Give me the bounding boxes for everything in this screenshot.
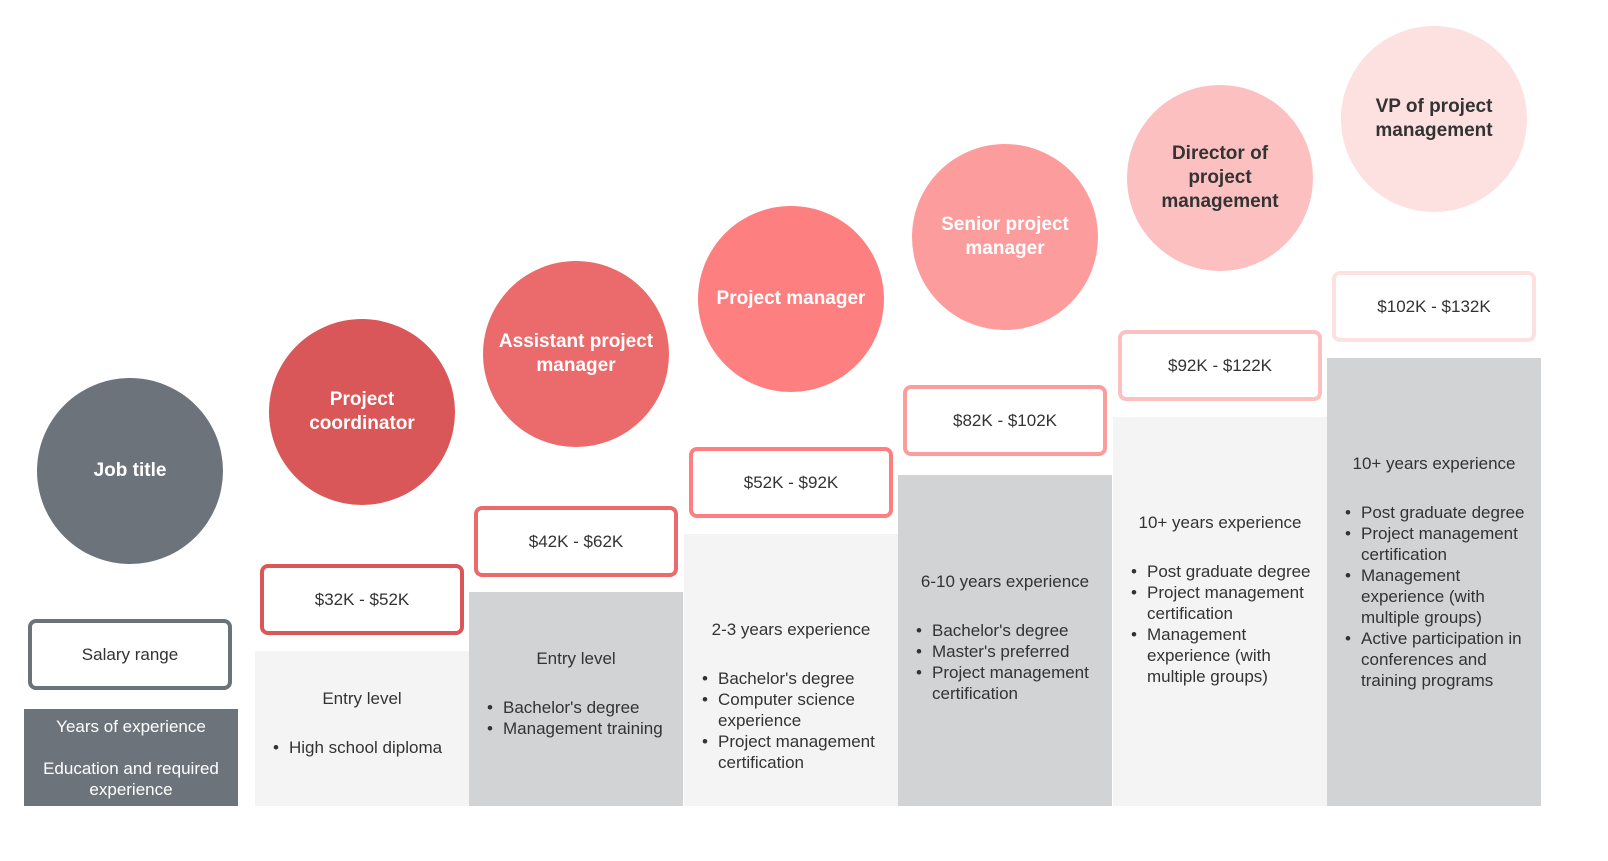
level-title: VP of project management (1375, 96, 1493, 141)
level-requirements-list: Post graduate degreeProject management c… (1113, 561, 1327, 687)
requirement-item: High school diploma (255, 737, 459, 758)
legend-experience-block: Years of experience Education and requir… (24, 709, 238, 806)
requirement-item: Bachelor's degree (898, 620, 1102, 641)
level-requirements-block: 6-10 years experience Bachelor's degreeMa… (898, 475, 1112, 806)
requirement-item: Bachelor's degree (469, 697, 673, 718)
legend-salary-label: Salary range (81, 644, 179, 664)
level-requirements-list: Bachelor's degreeComputer science experi… (684, 668, 898, 773)
legend-salary-box: Salary range (28, 619, 232, 690)
level-salary-box: $92K - $122K (1118, 330, 1322, 401)
legend-education-label: Education and required experience (43, 759, 219, 799)
level-title: Project manager (716, 288, 866, 309)
level-title-circle: VP of project management (1341, 26, 1527, 212)
requirement-item: Active participation in conferences and … (1327, 628, 1531, 691)
level-title-circle: Assistant project manager (483, 261, 669, 447)
level-title-circle: Senior project manager (912, 144, 1098, 330)
requirement-item: Project management certification (1113, 582, 1317, 624)
level-title-circle: Director of project management (1127, 85, 1313, 271)
level-title: Assistant project manager (498, 331, 654, 376)
legend-years-label: Years of experience (56, 717, 206, 736)
level-experience: 2-3 years experience (711, 620, 871, 639)
legend-job-title-circle: Job title (37, 378, 223, 564)
requirement-item: Management experience (with multiple gro… (1113, 624, 1317, 687)
level-requirements-block: 10+ years experience Post graduate degree… (1327, 358, 1541, 806)
requirement-item: Post graduate degree (1113, 561, 1317, 582)
level-experience: 6-10 years experience (920, 572, 1090, 591)
requirement-item: Management training (469, 718, 673, 739)
level-salary: $42K - $62K (528, 531, 624, 551)
requirement-item: Project management certification (1327, 523, 1531, 565)
level-requirements-list: Bachelor's degreeMaster's preferredProje… (898, 620, 1112, 704)
level-experience: 10+ years experience (1352, 454, 1516, 473)
level-salary: $82K - $102K (953, 410, 1057, 430)
level-experience: 10+ years experience (1138, 513, 1302, 532)
level-title: Project coordinator (309, 389, 415, 434)
level-salary: $92K - $122K (1168, 355, 1272, 375)
level-requirements-list: Post graduate degreeProject management c… (1327, 502, 1541, 691)
level-salary-box: $52K - $92K (689, 447, 893, 518)
level-requirements-list: High school diploma (255, 737, 469, 758)
requirement-item: Project management certification (684, 731, 888, 773)
level-experience: Entry level (536, 649, 616, 668)
level-title-circle: Project manager (698, 206, 884, 392)
level-requirements-block: Entry level Bachelor's degreeManagement t… (469, 592, 683, 806)
level-salary-box: $42K - $62K (474, 506, 678, 577)
requirement-item: Management experience (with multiple gro… (1327, 565, 1531, 628)
requirement-item: Computer science experience (684, 689, 888, 731)
level-title-circle: Project coordinator (269, 319, 455, 505)
level-salary-box: $32K - $52K (260, 564, 464, 635)
level-title: Senior project manager (941, 214, 1069, 259)
level-salary-box: $102K - $132K (1332, 271, 1536, 342)
level-requirements-list: Bachelor's degreeManagement training (469, 697, 683, 739)
level-requirements-block: Entry level High school diploma (255, 651, 469, 806)
requirement-item: Post graduate degree (1327, 502, 1531, 523)
requirement-item: Master's preferred (898, 641, 1102, 662)
legend-job-title-label: Job title (93, 460, 167, 481)
level-title: Director of project management (1161, 143, 1279, 212)
level-experience: Entry level (322, 689, 402, 708)
level-salary: $52K - $92K (743, 472, 839, 492)
level-salary: $32K - $52K (314, 589, 410, 609)
requirement-item: Project management certification (898, 662, 1102, 704)
level-salary: $102K - $132K (1377, 296, 1491, 316)
level-requirements-block: 10+ years experience Post graduate degree… (1113, 417, 1327, 806)
level-salary-box: $82K - $102K (903, 385, 1107, 456)
requirement-item: Bachelor's degree (684, 668, 888, 689)
level-requirements-block: 2-3 years experience Bachelor's degreeCom… (684, 534, 898, 806)
